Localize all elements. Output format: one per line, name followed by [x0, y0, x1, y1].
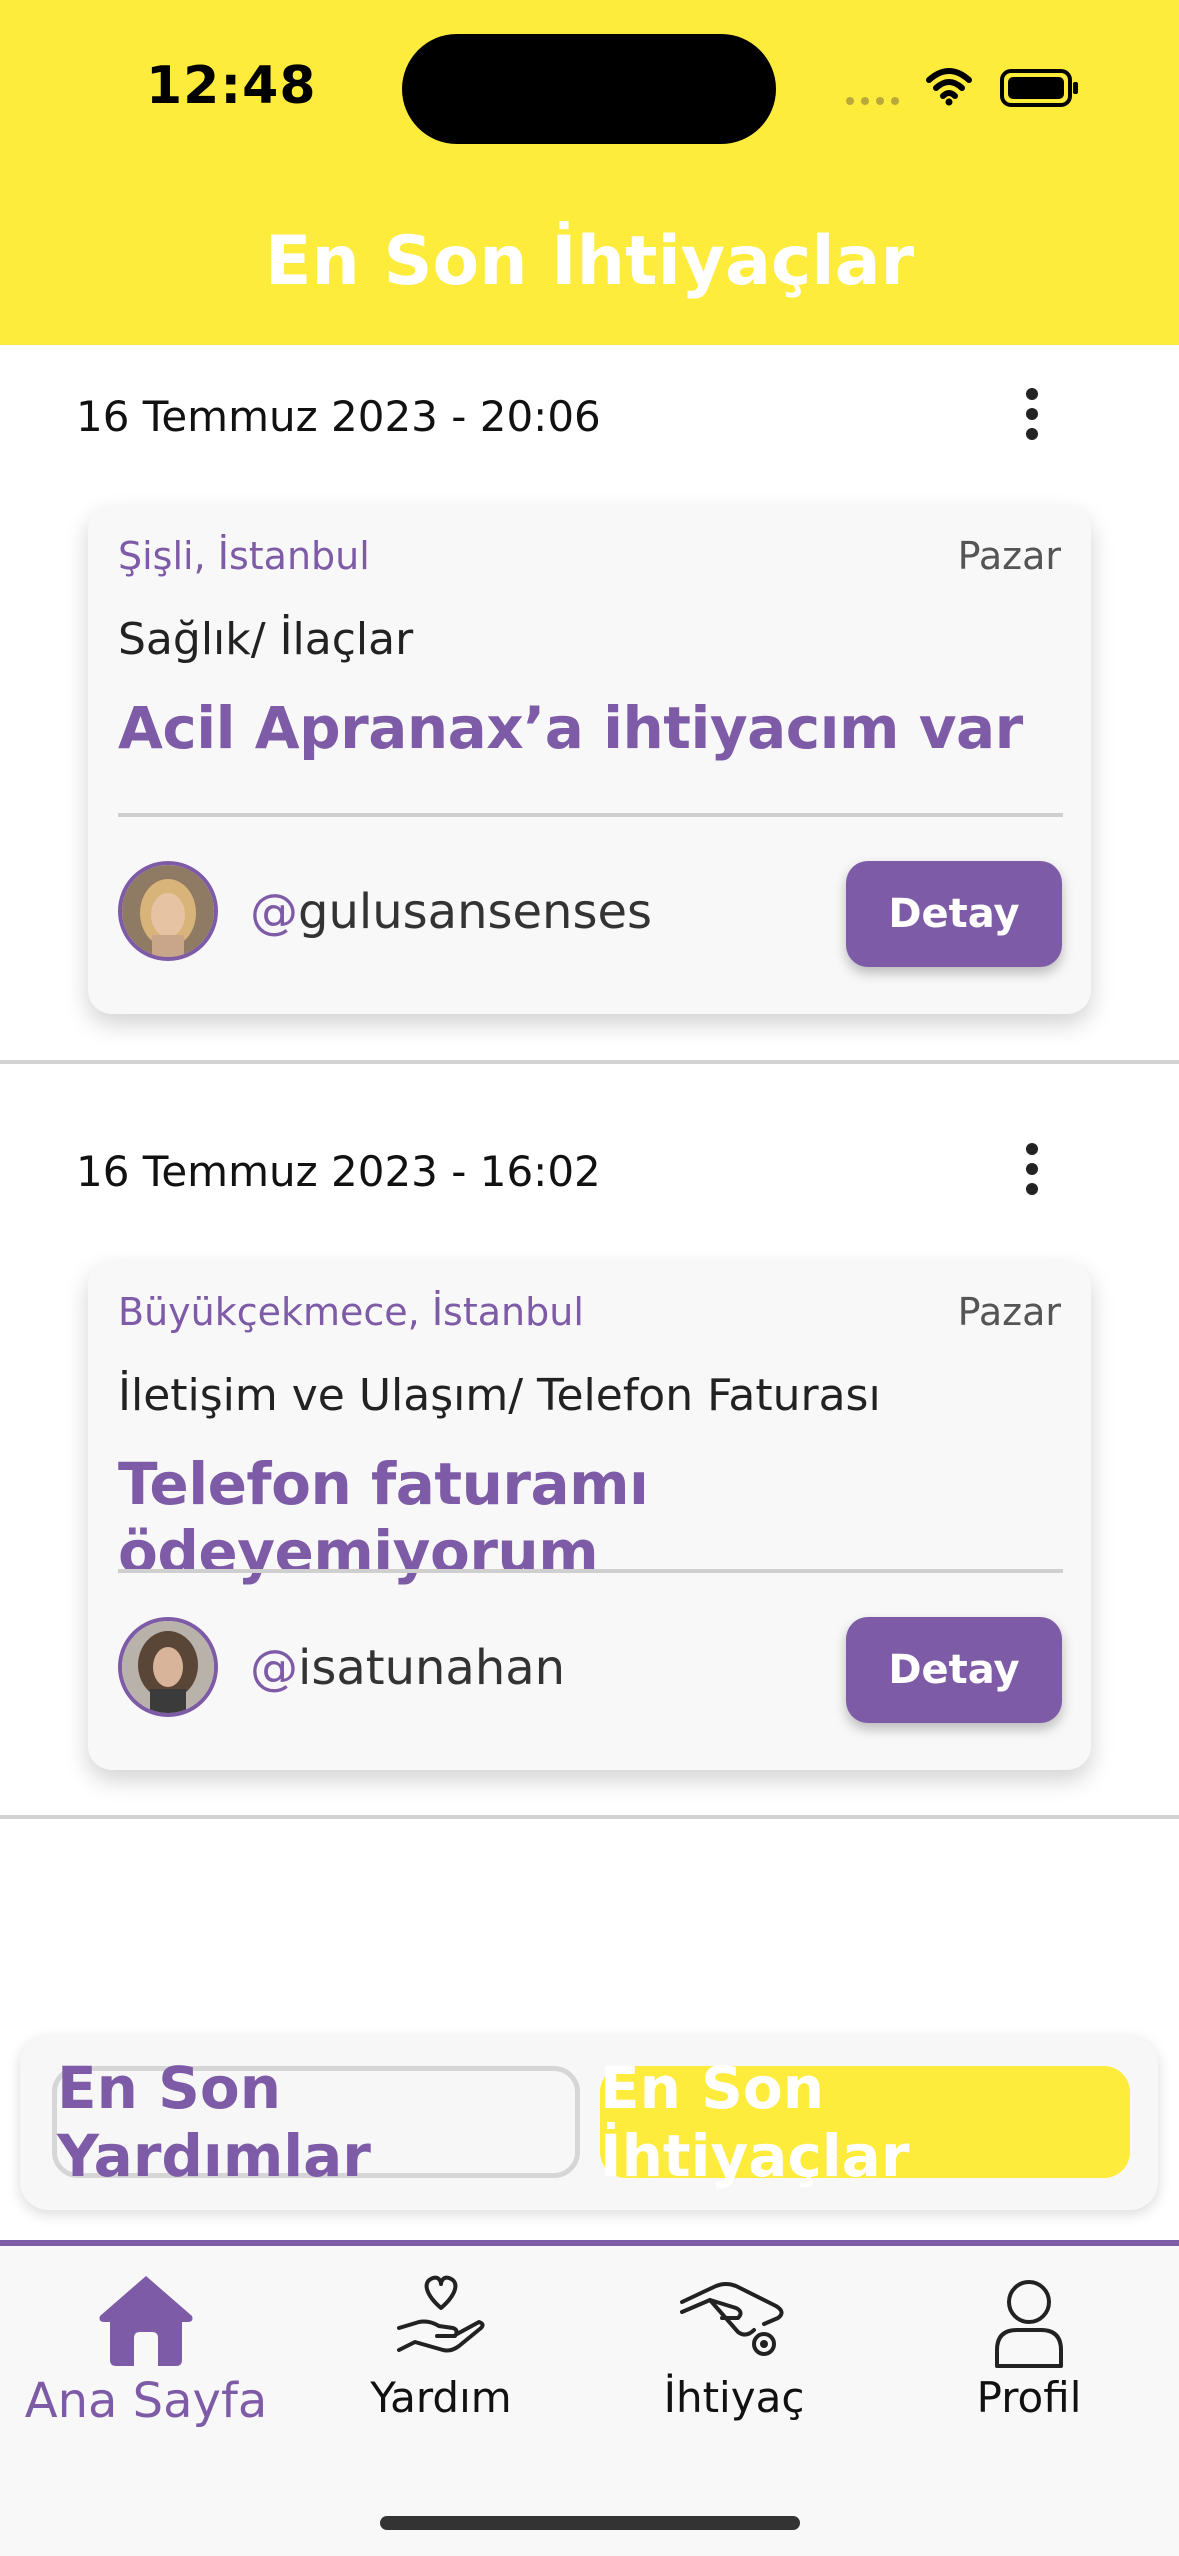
post-separator: [0, 1815, 1179, 1819]
card-divider: [118, 1569, 1063, 1573]
avatar[interactable]: [118, 861, 218, 961]
nav-label: Yardım: [370, 2373, 512, 2422]
post-date: 16 Temmuz 2023 - 20:06: [76, 392, 601, 441]
wifi-icon: [926, 68, 972, 106]
dynamic-island: [402, 34, 776, 144]
nav-item-home[interactable]: Ana Sayfa: [16, 2272, 276, 2429]
need-card[interactable]: Büyükçekmece, İstanbul Pazar İletişim ve…: [88, 1262, 1091, 1770]
more-options-icon[interactable]: [1012, 1143, 1052, 1203]
detail-button[interactable]: Detay: [846, 1617, 1062, 1723]
card-location: Şişli, İstanbul: [118, 534, 370, 578]
nav-item-need[interactable]: İhtiyaç: [604, 2272, 864, 2422]
home-icon: [99, 2276, 193, 2366]
card-title: Acil Apranax’a ihtiyacım var: [118, 694, 1023, 762]
username[interactable]: @gulusansenses: [250, 884, 652, 940]
card-category: Sağlık/ İlaçlar: [118, 614, 414, 665]
feed-toggle: En Son Yardımlar En Son İhtiyaçlar: [20, 2036, 1158, 2210]
need-card[interactable]: Şişli, İstanbul Pazar Sağlık/ İlaçlar Ac…: [88, 506, 1091, 1014]
nav-label: Profil: [976, 2373, 1082, 2422]
post-separator: [0, 1060, 1179, 1064]
heart-hand-icon: [397, 2275, 485, 2353]
latest-help-tab[interactable]: En Son Yardımlar: [52, 2054, 580, 2190]
nav-item-profile[interactable]: Profil: [899, 2272, 1159, 2422]
nav-label: Ana Sayfa: [24, 2373, 268, 2429]
avatar[interactable]: [118, 1617, 218, 1717]
hand-coin-icon: [680, 2282, 784, 2356]
detail-button[interactable]: Detay: [846, 861, 1062, 967]
more-options-icon[interactable]: [1012, 388, 1052, 448]
username[interactable]: @isatunahan: [250, 1640, 565, 1696]
latest-needs-tab[interactable]: En Son İhtiyaçlar: [600, 2054, 1130, 2190]
signal-icon: [846, 97, 899, 105]
home-indicator: [380, 2516, 800, 2530]
card-day: Pazar: [957, 1290, 1061, 1334]
battery-icon: [1000, 69, 1078, 107]
nav-item-help[interactable]: Yardım: [311, 2272, 571, 2422]
post-date: 16 Temmuz 2023 - 16:02: [76, 1147, 601, 1196]
card-category: İletişim ve Ulaşım/ Telefon Faturası: [118, 1370, 881, 1421]
person-icon: [995, 2280, 1063, 2368]
card-day: Pazar: [957, 534, 1061, 578]
card-location: Büyükçekmece, İstanbul: [118, 1290, 584, 1334]
card-divider: [118, 813, 1063, 817]
status-time: 12:48: [146, 56, 317, 116]
card-title: Telefon faturamı ödeyemiyorum: [118, 1450, 649, 1586]
page-title: En Son İhtiyaçlar: [264, 222, 915, 301]
nav-label: İhtiyaç: [663, 2373, 805, 2422]
